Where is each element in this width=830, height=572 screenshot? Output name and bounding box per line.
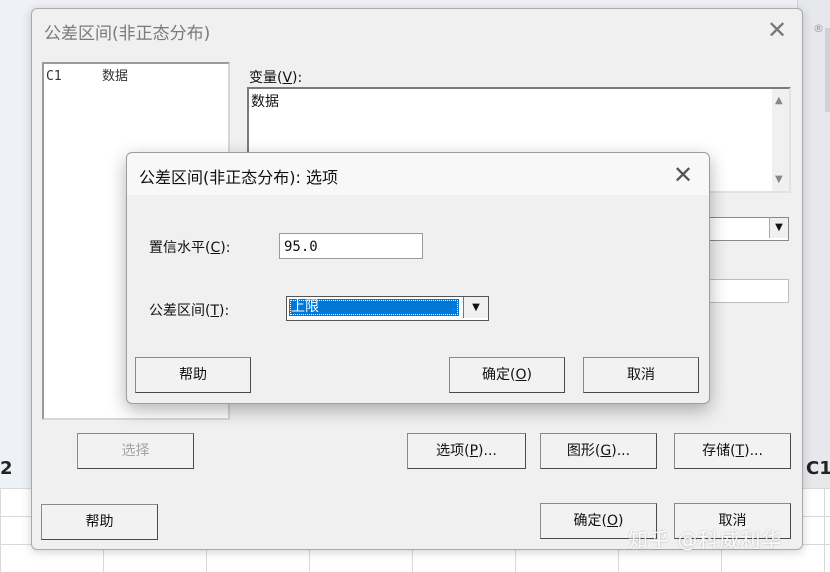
background-scroll-strip [825, 28, 830, 112]
options-ok-hotkey: O [515, 367, 527, 383]
variables-label: 变量(V): [249, 70, 303, 86]
distribution-parameter-field[interactable] [707, 279, 789, 303]
interval-hotkey: T [210, 303, 220, 319]
scroll-up-icon[interactable]: ▲ [775, 95, 783, 106]
variables-field-value: 数据 [251, 94, 279, 110]
options-cancel-button[interactable]: 取消 [583, 357, 699, 393]
list-item-column: C1 [46, 69, 62, 84]
distribution-dropdown[interactable]: ▼ [707, 217, 789, 241]
options-button-label: 选项 [436, 443, 465, 459]
tolerance-interval-select[interactable]: 上限 ▼ [286, 296, 489, 321]
options-ok-label: 确定 [482, 367, 511, 383]
options-button[interactable]: 选项(P)... [407, 433, 526, 469]
ok-hotkey: O [606, 513, 619, 529]
options-dialog-title: 公差区间(非正态分布): 选项 [139, 168, 338, 187]
options-dialog: 公差区间(非正态分布): 选项 ✕ 置信水平(C): 95.0 公差区间(T):… [126, 152, 710, 404]
variables-scrollbar[interactable]: ▲ ▼ [772, 89, 789, 191]
watermark: 知乎 @科威利华 [628, 528, 783, 552]
tolerance-interval-label: 公差区间(T): [149, 303, 230, 319]
registered-mark: ® [813, 22, 824, 35]
options-hotkey: P [469, 443, 479, 459]
storage-button-label: 存储 [702, 443, 731, 459]
tolerance-interval-label-text: 公差区间 [149, 303, 205, 319]
options-titlebar: 公差区间(非正态分布): 选项 ✕ [127, 153, 709, 195]
options-help-button[interactable]: 帮助 [135, 357, 251, 393]
ok-button-label: 确定 [573, 513, 602, 529]
dialog-title: 公差区间(非正态分布) [44, 24, 211, 44]
chevron-down-icon[interactable]: ▼ [463, 297, 488, 318]
select-button[interactable]: 选择 [77, 433, 194, 469]
chevron-down-icon[interactable]: ▼ [769, 218, 788, 238]
close-icon[interactable]: ✕ [673, 163, 693, 187]
scroll-down-icon[interactable]: ▼ [775, 174, 783, 185]
help-button[interactable]: 帮助 [41, 504, 158, 540]
confidence-level-label: 置信水平(C): [149, 240, 231, 256]
list-item[interactable]: C1 数据 [46, 65, 128, 84]
graphs-button[interactable]: 图形(G)... [540, 433, 657, 469]
variables-label-text: 变量 [249, 70, 277, 86]
background-column-label-left: 2 [0, 458, 13, 479]
confidence-level-input[interactable]: 95.0 [279, 233, 423, 259]
variables-hotkey: V [282, 70, 293, 86]
background-column-label-right: C1 [806, 458, 830, 479]
confidence-level-label-text: 置信水平 [149, 240, 205, 256]
storage-button[interactable]: 存储(T)... [674, 433, 791, 469]
graphs-hotkey: G [600, 443, 612, 459]
graphs-button-label: 图形 [566, 443, 595, 459]
tolerance-interval-selected: 上限 [289, 299, 459, 316]
close-icon[interactable]: ✕ [767, 18, 787, 42]
confidence-hotkey: C [210, 240, 221, 256]
options-ok-button[interactable]: 确定(O) [449, 357, 565, 393]
storage-hotkey: T [735, 443, 745, 459]
list-item-name: 数据 [102, 69, 129, 84]
